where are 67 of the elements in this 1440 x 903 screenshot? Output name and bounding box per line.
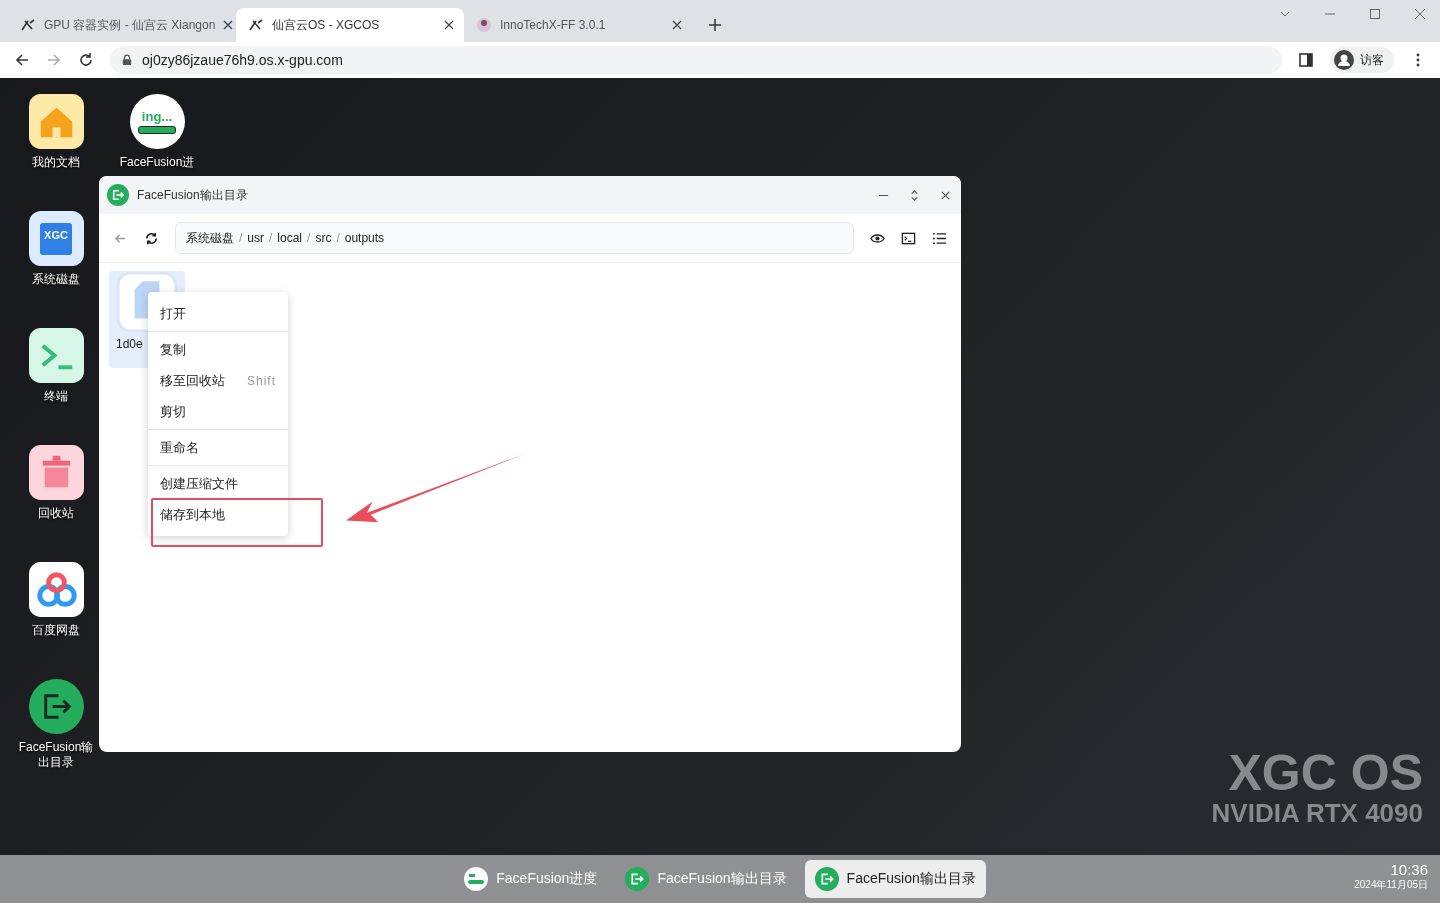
path-segment[interactable]: src: [315, 231, 332, 245]
path-segment[interactable]: usr: [247, 231, 264, 245]
logo-icon: [20, 17, 36, 33]
menu-item[interactable]: 打开: [160, 304, 186, 323]
tab-title: GPU 容器实例 - 仙宫云 Xiangon: [44, 16, 216, 34]
close-icon[interactable]: [223, 20, 234, 30]
exit-icon: [625, 867, 650, 891]
list-icon[interactable]: [932, 230, 947, 246]
taskbar-item[interactable]: FaceFusion输出目录: [804, 860, 986, 898]
browser-tab[interactable]: InnoTechX-FF 3.0.1: [464, 8, 692, 42]
wallpaper-title: XGC OS: [1228, 748, 1423, 798]
icon-label: 百度网盘: [31, 623, 81, 638]
browser-tab[interactable]: GPU 容器实例 - 仙宫云 Xiangon: [8, 8, 236, 42]
clock-time: 10:36: [1390, 861, 1428, 878]
icon-label: 我的文档: [31, 155, 81, 170]
icon-label: 系统磁盘: [31, 272, 81, 287]
close-icon[interactable]: [1414, 8, 1426, 20]
icon-label: FaceFusion输出目录: [17, 740, 95, 770]
exit-icon: [107, 184, 129, 206]
profile-button[interactable]: 访客: [1330, 47, 1394, 73]
menu-item[interactable]: 储存到本地: [160, 505, 225, 524]
address-field[interactable]: oj0zy86jzaue76h9.os.x-gpu.com: [110, 46, 1282, 74]
house-icon[interactable]: [28, 94, 84, 149]
menu-item[interactable]: 重命名: [160, 438, 199, 457]
lock-icon: [122, 54, 132, 66]
clock-date: 2024年11月05日: [1354, 878, 1428, 892]
window-title: FaceFusion输出目录: [137, 186, 249, 204]
progress-icon: [464, 867, 489, 891]
icon-label: FaceFusion进: [118, 155, 196, 170]
icon-label: 终端: [43, 389, 69, 404]
path-segment[interactable]: local: [277, 231, 303, 245]
exit-icon: [814, 867, 839, 891]
close-icon[interactable]: [444, 20, 454, 30]
path-segment[interactable]: 系统磁盘: [186, 229, 234, 247]
icon-label: 回收站: [37, 506, 75, 521]
cloud-icon[interactable]: [28, 562, 84, 617]
plus-icon[interactable]: [708, 18, 722, 32]
sidebar-icon[interactable]: [1298, 52, 1314, 68]
close-icon[interactable]: [940, 189, 951, 201]
path-segment[interactable]: outputs: [344, 231, 385, 245]
expand-icon[interactable]: [909, 189, 920, 201]
path-separator: /: [336, 231, 340, 245]
terminal-icon[interactable]: [901, 230, 916, 246]
wallpaper-subtitle: NVIDIA RTX 4090: [1211, 798, 1423, 828]
menu-item[interactable]: 创建压缩文件: [160, 474, 238, 493]
menu-item[interactable]: 复制: [160, 340, 186, 359]
browser-tab[interactable]: 仙宫云OS - XGCOS: [236, 8, 464, 42]
trash-icon[interactable]: [28, 445, 84, 500]
logo-icon: [248, 17, 264, 33]
avatar-icon: [476, 17, 492, 33]
tab-title: InnoTechX-FF 3.0.1: [500, 18, 607, 32]
menu-item[interactable]: 剪切: [160, 402, 186, 421]
close-icon[interactable]: [672, 20, 682, 30]
path-separator: /: [307, 231, 311, 245]
reload-icon[interactable]: [78, 52, 94, 68]
terminal-icon[interactable]: [28, 328, 84, 383]
maximize-icon[interactable]: [1369, 8, 1381, 20]
tab-title: 仙宫云OS - XGCOS: [272, 16, 381, 34]
path-field[interactable]: 系统磁盘 / usr / local / src / outputs: [175, 222, 854, 254]
shortcut-hint: Shift: [247, 373, 276, 388]
exit-icon[interactable]: [28, 679, 84, 734]
path-separator: /: [239, 231, 243, 245]
back-icon[interactable]: [14, 52, 30, 68]
person-icon: [1334, 50, 1354, 70]
menu-item[interactable]: 移至回收站: [160, 371, 225, 390]
path-separator: /: [269, 231, 273, 245]
reload-icon[interactable]: [144, 230, 159, 246]
